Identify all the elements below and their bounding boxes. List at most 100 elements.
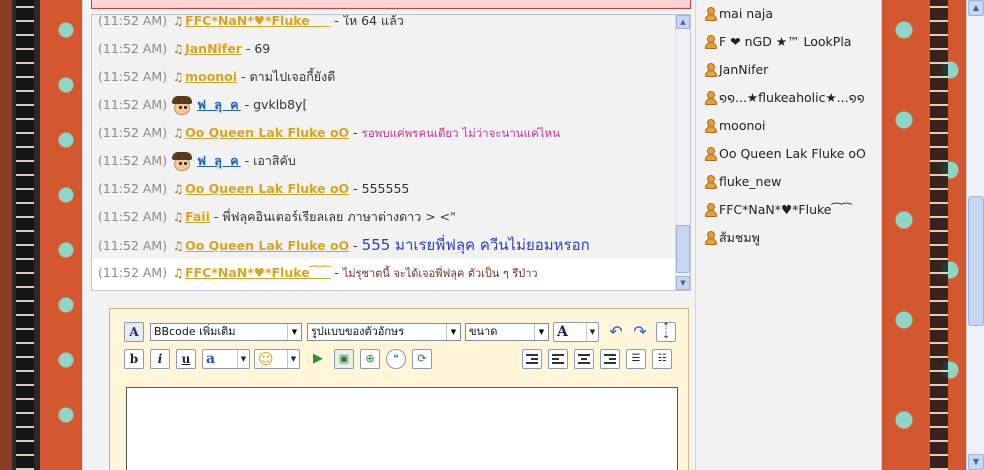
font-family-select[interactable]: รูปแบบของตัวอักษร ▼ bbox=[307, 323, 461, 341]
online-user-item[interactable]: moonoi bbox=[696, 112, 883, 140]
user-icon bbox=[704, 202, 718, 218]
message-separator: - bbox=[241, 41, 255, 56]
insert-image-icon[interactable]: ▣ bbox=[334, 349, 354, 369]
numbered-list-icon[interactable]: ☰ bbox=[626, 349, 646, 369]
online-user-item[interactable]: ໑໑...★flukeaholic★...໑໑ bbox=[696, 84, 883, 112]
message-text: เอาสิคับ bbox=[253, 153, 296, 168]
insert-media-icon[interactable]: ⊕ bbox=[360, 349, 380, 369]
chat-message: (11:52 AM) ♫ JanNifer - 69 bbox=[92, 35, 690, 63]
chat-scroll-up-icon[interactable]: ▲ bbox=[676, 15, 690, 29]
chevron-down-icon: ▼ bbox=[534, 324, 548, 340]
message-username-link[interactable]: ฟ ลุ ค bbox=[197, 97, 241, 112]
message-username-link[interactable]: Oo Queen Lak Fluke oO bbox=[185, 238, 349, 253]
insert-code-icon[interactable]: ⟳ bbox=[412, 349, 432, 369]
message-time: (11:52 AM) bbox=[98, 238, 168, 253]
online-user-item[interactable]: mai naja bbox=[696, 0, 883, 28]
resize-editor-icon[interactable]: ⇡ ⇣ bbox=[656, 322, 676, 342]
message-username-link[interactable]: moonoi bbox=[185, 69, 237, 84]
music-note-icon: ♫ bbox=[172, 14, 184, 28]
message-separator: - bbox=[240, 153, 254, 168]
redo-icon[interactable]: ↷ bbox=[630, 322, 650, 342]
message-textarea[interactable] bbox=[126, 387, 678, 470]
online-user-name: F ❤ nGD ★™ LookPla bbox=[719, 34, 852, 49]
align-right-icon[interactable] bbox=[600, 349, 620, 369]
message-username-link[interactable]: Oo Queen Lak Fluke oO bbox=[185, 125, 349, 140]
remove-format-icon[interactable]: A bbox=[124, 322, 144, 342]
online-user-item[interactable]: F ❤ nGD ★™ LookPla bbox=[696, 28, 883, 56]
chat-message: (11:52 AM) ♫ Oo Queen Lak Fluke oO - รอพบ… bbox=[92, 119, 690, 147]
chat-message-list: (11:52 AM) ♫ FFC*NaN*♥*Fluke⁀⁀ - ให 64 แล… bbox=[92, 15, 690, 287]
message-text: ให 64 แล้ว bbox=[342, 14, 404, 28]
bbcode-select[interactable]: BBcode เพิ่มเติม ▼ bbox=[150, 323, 302, 341]
text-color-button[interactable]: a ▼ bbox=[202, 349, 250, 369]
message-username-link[interactable]: Oo Queen Lak Fluke oO bbox=[185, 181, 349, 196]
user-icon bbox=[704, 146, 718, 162]
underline-button[interactable]: u bbox=[176, 349, 196, 369]
undo-icon[interactable]: ↶ bbox=[606, 322, 626, 342]
online-user-name: JanNifer bbox=[719, 62, 769, 77]
message-editor: A BBcode เพิ่มเติม ▼ รูปแบบของตัวอักษร ▼… bbox=[109, 308, 689, 470]
message-time: (11:52 AM) bbox=[98, 125, 168, 140]
music-note-icon: ♫ bbox=[172, 210, 184, 224]
message-username-link[interactable]: Faii bbox=[185, 209, 210, 224]
italic-button[interactable]: i bbox=[150, 349, 170, 369]
font-size-select[interactable]: ขนาด ▼ bbox=[465, 323, 549, 341]
music-note-icon: ♫ bbox=[172, 182, 184, 196]
smiley-icon: ☺ bbox=[258, 350, 274, 368]
online-user-item[interactable]: JanNifer bbox=[696, 56, 883, 84]
message-separator: - bbox=[240, 97, 254, 112]
page-scroll-down-icon[interactable]: ▼ bbox=[968, 454, 984, 470]
music-note-icon: ♫ bbox=[172, 70, 184, 84]
chat-message-box: (11:52 AM) ♫ FFC*NaN*♥*Fluke⁀⁀ - ให 64 แล… bbox=[91, 14, 691, 291]
align-center-icon[interactable] bbox=[574, 349, 594, 369]
message-separator: - bbox=[349, 238, 362, 253]
smiley-button[interactable]: ☺ ▼ bbox=[254, 349, 300, 369]
chat-scroll-thumb[interactable] bbox=[676, 225, 690, 273]
message-separator: - bbox=[237, 69, 250, 84]
message-time: (11:52 AM) bbox=[98, 69, 168, 84]
insert-link-icon[interactable]: ▶ bbox=[308, 349, 328, 369]
message-text: ตามไปเจอกี้ยังดี bbox=[249, 69, 336, 84]
user-icon bbox=[704, 230, 718, 246]
font-color-button[interactable]: A ▼ bbox=[553, 322, 599, 342]
message-username-link[interactable]: FFC*NaN*♥*Fluke⁀⁀ bbox=[185, 265, 330, 280]
bullet-list-icon[interactable]: ☷ bbox=[652, 349, 672, 369]
chat-scrollbar[interactable]: ▲ ▼ bbox=[675, 15, 690, 290]
chat-message: (11:52 AM) ฟ ลุ ค - เอาสิคับ bbox=[92, 147, 690, 175]
online-user-item[interactable]: FFC*NaN*♥*Fluke⁀⁀ bbox=[696, 196, 883, 224]
online-user-item[interactable]: Oo Queen Lak Fluke oO bbox=[696, 140, 883, 168]
message-time: (11:52 AM) bbox=[98, 209, 168, 224]
online-user-name: moonoi bbox=[719, 118, 766, 133]
message-separator: - bbox=[330, 14, 343, 28]
music-note-icon: ♫ bbox=[172, 266, 184, 280]
chat-scroll-down-icon[interactable]: ▼ bbox=[676, 276, 690, 290]
bold-button[interactable]: b bbox=[124, 349, 144, 369]
page-scroll-up-icon[interactable]: ▲ bbox=[968, 0, 984, 16]
user-icon bbox=[704, 62, 718, 78]
chat-message: (11:52 AM) ♫ Oo Queen Lak Fluke oO - 5555… bbox=[92, 175, 690, 203]
align-left-icon[interactable] bbox=[548, 349, 568, 369]
online-user-name: fluke_new bbox=[719, 174, 782, 189]
online-user-item[interactable]: ส้มชมพู bbox=[696, 224, 883, 252]
online-users: mai naja F ❤ nGD ★™ LookPla JanNifer ໑໑...★… bbox=[696, 0, 883, 252]
notice-banner bbox=[91, 0, 691, 9]
chat-message: (11:52 AM) ♫ FFC*NaN*♥*Fluke⁀⁀ - ให 64 แล… bbox=[92, 15, 690, 35]
page-scroll-thumb[interactable] bbox=[968, 196, 984, 326]
message-text: 555555 bbox=[361, 181, 410, 196]
indent-icon[interactable] bbox=[522, 349, 542, 369]
online-user-name: ส้มชมพู bbox=[719, 230, 760, 245]
message-username-link[interactable]: FFC*NaN*♥*Fluke⁀⁀ bbox=[185, 15, 330, 28]
message-username-link[interactable]: JanNifer bbox=[185, 41, 242, 56]
insert-quote-icon[interactable]: ❝ bbox=[386, 349, 406, 369]
message-text: พี่ฟลุคอินเตอร์เรียลเลย ภาษาต่างดาว > <" bbox=[222, 209, 456, 224]
page-scrollbar[interactable]: ▲ ▼ bbox=[966, 0, 984, 470]
message-text: ไม่รุชาตนี้ จะได้เจอพี่ฟลุค ตัวเป็น ๆ รึ… bbox=[342, 267, 538, 280]
message-text: 555 มาเรยพี่ฟลุค ควีนไม่ยอมหรอก bbox=[361, 236, 590, 254]
online-user-name: mai naja bbox=[719, 6, 773, 21]
chevron-down-icon: ▼ bbox=[287, 324, 301, 340]
online-user-item[interactable]: fluke_new bbox=[696, 168, 883, 196]
message-username-link[interactable]: ฟ ลุ ค bbox=[197, 153, 241, 168]
online-user-name: ໑໑...★flukeaholic★...໑໑ bbox=[719, 90, 865, 105]
user-icon bbox=[704, 118, 718, 134]
chevron-down-icon: ▼ bbox=[287, 350, 299, 368]
